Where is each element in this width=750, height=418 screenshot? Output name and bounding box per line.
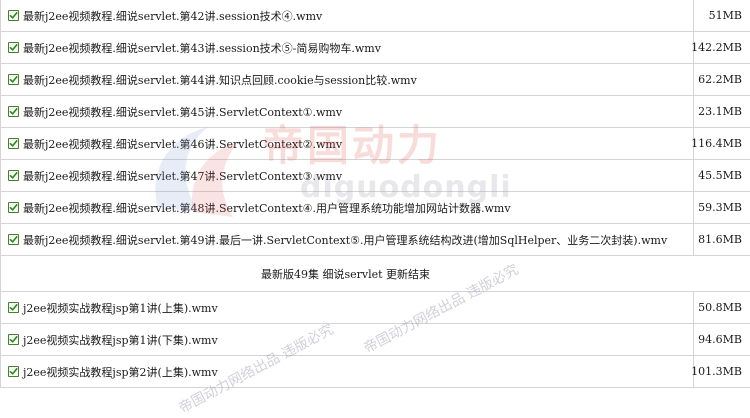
file-name: 最新j2ee视频教程.细说servlet.第43讲.session技术⑤-简易购…	[23, 41, 381, 55]
checkbox-checked-icon[interactable]	[8, 334, 19, 345]
section-title: 最新版49集 细说servlet 更新结束	[260, 267, 431, 281]
file-row: j2ee视频实战教程jsp第1讲(上集).wmv 50.8MB	[0, 292, 750, 324]
file-size: 101.3MB	[691, 365, 742, 378]
file-name-cell: j2ee视频实战教程jsp第1讲(上集).wmv	[1, 292, 694, 323]
file-name: j2ee视频实战教程jsp第1讲(上集).wmv	[23, 301, 218, 315]
file-name: 最新j2ee视频教程.细说servlet.第47讲.ServletContext…	[23, 169, 343, 183]
file-row: 最新j2ee视频教程.细说servlet.第43讲.session技术⑤-简易购…	[0, 32, 750, 64]
file-row: 最新j2ee视频教程.细说servlet.第49讲.最后一讲.ServletCo…	[0, 224, 750, 256]
checkbox-checked-icon[interactable]	[8, 42, 19, 53]
file-name: j2ee视频实战教程jsp第2讲(上集).wmv	[23, 365, 218, 379]
file-name: 最新j2ee视频教程.细说servlet.第42讲.session技术④.wmv	[23, 9, 323, 23]
file-name-cell: 最新j2ee视频教程.细说servlet.第45讲.ServletContext…	[1, 96, 694, 127]
file-row: 最新j2ee视频教程.细说servlet.第44讲.知识点回顾.cookie与s…	[0, 64, 750, 96]
file-name-cell: 最新j2ee视频教程.细说servlet.第47讲.ServletContext…	[1, 160, 694, 191]
file-size: 45.5MB	[698, 169, 742, 182]
file-size: 50.8MB	[698, 301, 742, 314]
file-name: 最新j2ee视频教程.细说servlet.第45讲.ServletContext…	[23, 105, 343, 119]
file-row: 最新j2ee视频教程.细说servlet.第47讲.ServletContext…	[0, 160, 750, 192]
file-name: 最新j2ee视频教程.细说servlet.第49讲.最后一讲.ServletCo…	[23, 233, 668, 247]
file-name: 最新j2ee视频教程.细说servlet.第46讲.ServletContext…	[23, 137, 343, 151]
file-name-cell: 最新j2ee视频教程.细说servlet.第42讲.session技术④.wmv	[1, 0, 694, 31]
file-size: 62.2MB	[698, 73, 742, 86]
file-size: 116.4MB	[691, 137, 742, 150]
file-name: j2ee视频实战教程jsp第1讲(下集).wmv	[23, 333, 218, 347]
file-row: j2ee视频实战教程jsp第1讲(下集).wmv 94.6MB	[0, 324, 750, 356]
checkbox-checked-icon[interactable]	[8, 74, 19, 85]
file-list-part1: 最新j2ee视频教程.细说servlet.第42讲.session技术④.wmv…	[0, 0, 750, 256]
file-row: 最新j2ee视频教程.细说servlet.第46讲.ServletContext…	[0, 128, 750, 160]
file-row: 最新j2ee视频教程.细说servlet.第42讲.session技术④.wmv…	[0, 0, 750, 32]
checkbox-checked-icon[interactable]	[8, 10, 19, 21]
checkbox-checked-icon[interactable]	[8, 106, 19, 117]
file-list-part2: j2ee视频实战教程jsp第1讲(上集).wmv 50.8MB j2ee视频实战教程…	[0, 292, 750, 388]
file-name-cell: 最新j2ee视频教程.细说servlet.第46讲.ServletContext…	[1, 128, 694, 159]
file-name: 最新j2ee视频教程.细说servlet.第48讲.ServletContext…	[23, 201, 511, 215]
file-name: 最新j2ee视频教程.细说servlet.第44讲.知识点回顾.cookie与s…	[23, 73, 417, 87]
file-size: 81.6MB	[698, 233, 742, 246]
file-name-cell: 最新j2ee视频教程.细说servlet.第48讲.ServletContext…	[1, 192, 694, 223]
checkbox-checked-icon[interactable]	[8, 202, 19, 213]
checkbox-checked-icon[interactable]	[8, 366, 19, 377]
file-size: 59.3MB	[698, 201, 742, 214]
file-size: 23.1MB	[698, 105, 742, 118]
file-name-cell: 最新j2ee视频教程.细说servlet.第44讲.知识点回顾.cookie与s…	[1, 64, 694, 95]
file-row: 最新j2ee视频教程.细说servlet.第48讲.ServletContext…	[0, 192, 750, 224]
file-row: 最新j2ee视频教程.细说servlet.第45讲.ServletContext…	[0, 96, 750, 128]
section-divider-row: 最新版49集 细说servlet 更新结束	[0, 256, 750, 292]
file-size: 51MB	[708, 9, 742, 22]
file-list-table: 最新j2ee视频教程.细说servlet.第42讲.session技术④.wmv…	[0, 0, 750, 388]
file-name-cell: 最新j2ee视频教程.细说servlet.第49讲.最后一讲.ServletCo…	[1, 224, 694, 255]
file-name-cell: 最新j2ee视频教程.细说servlet.第43讲.session技术⑤-简易购…	[1, 32, 694, 63]
file-size: 142.2MB	[691, 41, 742, 54]
checkbox-checked-icon[interactable]	[8, 170, 19, 181]
checkbox-checked-icon[interactable]	[8, 302, 19, 313]
file-name-cell: j2ee视频实战教程jsp第2讲(上集).wmv	[1, 356, 694, 387]
checkbox-checked-icon[interactable]	[8, 234, 19, 245]
file-row: j2ee视频实战教程jsp第2讲(上集).wmv 101.3MB	[0, 356, 750, 388]
checkbox-checked-icon[interactable]	[8, 138, 19, 149]
file-name-cell: j2ee视频实战教程jsp第1讲(下集).wmv	[1, 324, 694, 355]
file-size: 94.6MB	[698, 333, 742, 346]
